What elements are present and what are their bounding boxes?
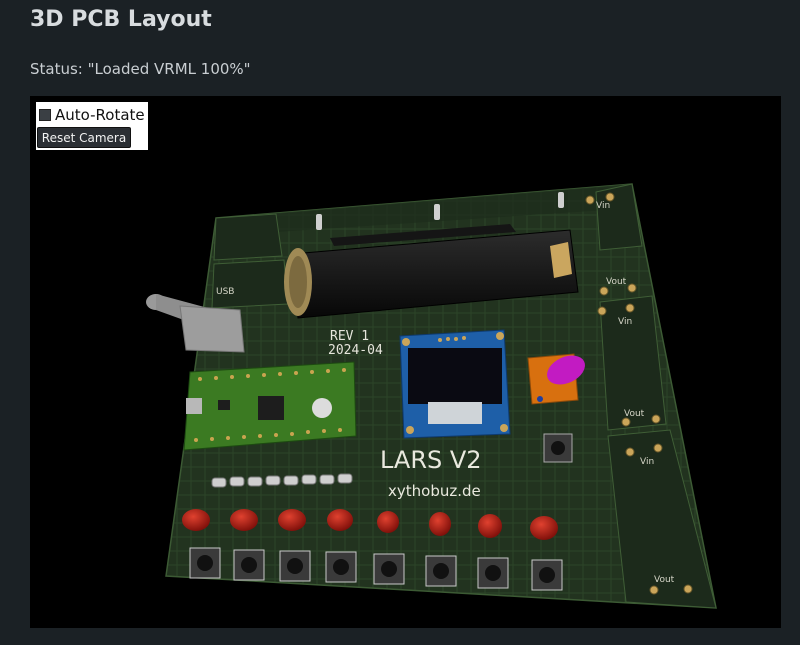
button-3	[279, 550, 311, 582]
led-8	[530, 516, 558, 540]
vin-label-3: Vin	[640, 457, 654, 467]
page-title: 3D PCB Layout	[30, 7, 212, 32]
button-6	[425, 555, 457, 587]
rev-label: REV 1	[330, 329, 369, 344]
vout-label-2: Vout	[624, 409, 645, 419]
push-button-right	[543, 433, 573, 463]
led-7	[478, 514, 502, 538]
vout-label-1: Vout	[606, 277, 627, 287]
led-3	[278, 509, 306, 531]
button-5	[373, 553, 405, 585]
board-url: xythobuz.de	[388, 482, 481, 500]
button-8	[531, 559, 563, 591]
button-7	[477, 557, 509, 589]
button-2	[233, 549, 265, 581]
raspberry-pi-pico	[183, 361, 357, 451]
viewer-controls: Auto-Rotate Reset Camera	[36, 102, 148, 150]
oled-display	[399, 329, 511, 439]
usb-label: USB	[216, 287, 234, 297]
auto-rotate-label: Auto-Rotate	[55, 106, 145, 124]
auto-rotate-toggle[interactable]: Auto-Rotate	[39, 105, 145, 125]
status-text: Status: "Loaded VRML 100%"	[30, 60, 251, 78]
auto-rotate-checkbox[interactable]	[39, 109, 51, 121]
led-6	[429, 512, 451, 536]
pcb-3d-render: Vin Vout Vin Vout Vin Vout USB REV 1 202…	[146, 183, 717, 609]
3d-viewer-canvas[interactable]: Auto-Rotate Reset Camera Vin Vout Vin Vo…	[30, 96, 781, 628]
button-4	[325, 551, 357, 583]
led-1	[182, 509, 210, 531]
led-5	[377, 511, 399, 533]
vin-label-2: Vin	[618, 317, 632, 327]
button-1	[189, 547, 221, 579]
led-2	[230, 509, 258, 531]
led-4	[327, 509, 353, 531]
vin-label-1: Vin	[596, 201, 610, 211]
board-name: LARS V2	[380, 446, 482, 474]
date-label: 2024-04	[328, 343, 383, 358]
reset-camera-button[interactable]: Reset Camera	[37, 127, 131, 148]
vout-label-3: Vout	[654, 575, 675, 585]
